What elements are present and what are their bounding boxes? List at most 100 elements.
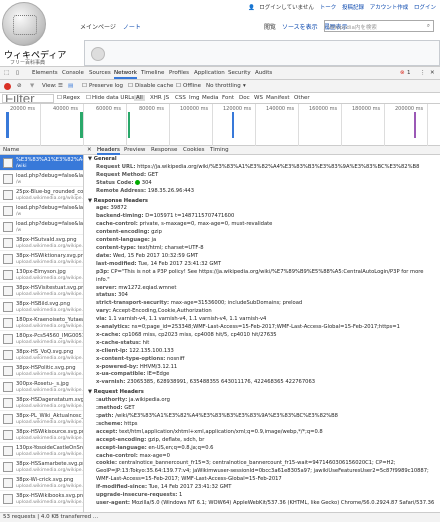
hide-data-urls-checkbox[interactable]: ☐: [86, 95, 91, 101]
tab-preview[interactable]: Preview: [124, 147, 145, 153]
tab-console[interactable]: Console: [62, 70, 84, 76]
header-key: upgrade-insecure-requests:: [96, 492, 178, 499]
disable-cache-checkbox[interactable]: ☐: [128, 83, 133, 89]
request-row[interactable]: load.php?debug=false&lang=.../w: [0, 219, 83, 235]
filter-input[interactable]: [2, 94, 54, 103]
general-section-header[interactable]: ▼ General: [88, 156, 436, 164]
throttling-select[interactable]: No throttling: [206, 83, 241, 89]
request-row[interactable]: %E3%83%A1%E3%82%A4%E3%83%B3/wiki: [0, 155, 83, 171]
request-row[interactable]: 180px-Pcs54560_IMG0051.P...upload.wikime…: [0, 331, 83, 347]
tab-response[interactable]: Response: [151, 147, 177, 153]
more-menu-icon[interactable]: ⋮: [420, 70, 426, 76]
tab-audits[interactable]: Audits: [255, 70, 272, 76]
create-account-link[interactable]: アカウント作成: [370, 5, 409, 11]
header-value: gzip, deflate, sdch, br: [148, 436, 205, 443]
request-row[interactable]: 38px-HSDagenstatum.svg.pn...upload.wikim…: [0, 395, 83, 411]
request-detail-tabs: ✕ Headers Preview Response Cookies Timin…: [84, 146, 440, 155]
filter-icon[interactable]: ▼: [30, 83, 34, 89]
request-name: 38px-HSWiktionary.svg.png: [16, 253, 83, 259]
tab-read[interactable]: 閲覧: [264, 24, 276, 31]
network-overview-timeline[interactable]: 20000 ms 40000 ms 60000 ms 80000 ms 1000…: [0, 104, 440, 146]
wiki-site-subtitle: フリー百科事典: [10, 60, 46, 66]
tab-application[interactable]: Application: [194, 70, 225, 76]
header-value: private, s-maxage=0, max-age=0, must-rev…: [139, 221, 273, 228]
request-row[interactable]: 38px-HS_VoQ.svg.png upload.wikimedia.org/…: [0, 347, 83, 363]
talk-link[interactable]: トーク: [320, 5, 337, 11]
error-icon[interactable]: ⊗: [400, 70, 405, 76]
tab-network[interactable]: Network: [114, 70, 137, 79]
request-row[interactable]: 38px-Wi-crick.svg.png upload.wikimedia.or…: [0, 475, 83, 491]
header-value: 23065385, 628938991, 635488355 643011176…: [126, 379, 316, 386]
view-label: View:: [42, 83, 57, 89]
header-key: x-varnish:: [96, 379, 126, 386]
type-filter-other[interactable]: Other: [294, 95, 310, 101]
request-row[interactable]: load.php?debug=false&lang=.../w: [0, 171, 83, 187]
type-filter-all[interactable]: All: [134, 95, 145, 101]
preserve-log-checkbox[interactable]: ☐: [82, 83, 87, 89]
request-row[interactable]: 38px-HSPolitic.svg.png upload.wikimedia.o…: [0, 363, 83, 379]
tab-cookies[interactable]: Cookies: [183, 147, 205, 153]
type-filter-css[interactable]: CSS: [175, 95, 186, 101]
tab-profiles[interactable]: Profiles: [169, 70, 189, 76]
request-row[interactable]: 38px-HSSamarbete.svg.png upload.wikimedia…: [0, 459, 83, 475]
tab-sources[interactable]: Sources: [89, 70, 111, 76]
request-row[interactable]: 38px-HSWikisource.svg.png upload.wikimedi…: [0, 427, 83, 443]
clear-icon[interactable]: ⊘: [17, 83, 22, 89]
record-icon[interactable]: [4, 83, 11, 90]
close-icon[interactable]: ✕: [87, 147, 92, 153]
wikipedia-globe-logo[interactable]: [2, 2, 46, 46]
header-value: text/html,application/xhtml+xml,applicat…: [119, 428, 323, 435]
tab-talk[interactable]: ノート: [123, 24, 141, 31]
header-value: 1: [179, 492, 183, 499]
login-link[interactable]: ログイン: [414, 5, 436, 11]
request-url: upload.wikimedia.org/wikipe...: [16, 452, 83, 457]
request-row[interactable]: 300px-Rosetu-_s.jpg upload.wikimedia.org/…: [0, 379, 83, 395]
type-filter-doc[interactable]: Doc: [239, 95, 250, 101]
tab-view-source[interactable]: ソースを表示: [282, 24, 318, 31]
large-rows-icon[interactable]: ☰: [58, 83, 63, 89]
tab-headers[interactable]: Headers: [97, 147, 120, 155]
type-filter-xhr[interactable]: XHR: [150, 95, 162, 101]
tab-elements[interactable]: Elements: [32, 70, 58, 76]
search-icon[interactable]: ⌕: [427, 23, 430, 30]
type-filter-js[interactable]: JS: [164, 95, 169, 101]
remote-address-value: 198.35.26.96:443: [147, 187, 195, 194]
tab-timing[interactable]: Timing: [210, 147, 229, 153]
device-toolbar-icon[interactable]: ▯: [16, 70, 19, 76]
type-filter-media[interactable]: Media: [202, 95, 219, 101]
header-key: user-agent:: [96, 499, 130, 506]
overview-icon[interactable]: ▤: [68, 83, 73, 89]
close-icon[interactable]: ✕: [430, 70, 435, 76]
request-row[interactable]: 130px-Elmyson.jpg upload.wikimedia.org/wi…: [0, 267, 83, 283]
request-row[interactable]: 38px-HSVisitestuat.svg.png upload.wikimed…: [0, 283, 83, 299]
type-filter-font[interactable]: Font: [222, 95, 234, 101]
name-column-header[interactable]: Name: [0, 146, 84, 155]
file-icon: [3, 190, 13, 200]
tab-main-page[interactable]: メインページ: [80, 24, 116, 31]
request-row[interactable]: 180px-Kraenoiseto_Yutaea1.jpgupload.wiki…: [0, 315, 83, 331]
type-filter-ws[interactable]: WS: [254, 95, 263, 101]
request-row[interactable]: load.php?debug=false&lang=.../w: [0, 203, 83, 219]
tab-security[interactable]: Security: [228, 70, 251, 76]
inspect-element-icon[interactable]: ⬚: [4, 70, 9, 76]
request-row[interactable]: 38px-HSWikibooks.svg.png upload.wikimedia…: [0, 491, 83, 507]
request-row[interactable]: 38px-HSWiktionary.svg.png upload.wikimedi…: [0, 251, 83, 267]
contributions-link[interactable]: 投稿記録: [342, 5, 364, 11]
request-row[interactable]: 38px-HSBild.svg.png upload.wikimedia.org/…: [0, 299, 83, 315]
regex-checkbox[interactable]: ☐: [57, 95, 62, 101]
response-headers-section-header[interactable]: ▼ Response Headers: [88, 198, 436, 206]
type-filter-img[interactable]: Img: [189, 95, 199, 101]
request-list[interactable]: %E3%83%A1%E3%82%A4%E3%83%B3/wikiload.php…: [0, 155, 84, 512]
tab-timeline[interactable]: Timeline: [141, 70, 164, 76]
request-row[interactable]: 38px-PL_Wiki_Aktualnosc_ko...upload.wiki…: [0, 411, 83, 427]
request-row[interactable]: 38px-HSutvald.svg.png upload.wikimedia.or…: [0, 235, 83, 251]
request-headers-section-header[interactable]: ▼ Request Headers: [88, 389, 436, 397]
request-row[interactable]: 25px-Blue-bg_rounded_cor... upload.wikime…: [0, 187, 83, 203]
wiki-search-input[interactable]: Wikipedia内を検索 ⌕: [324, 20, 434, 32]
header-key: cache-control:: [96, 452, 138, 459]
type-filter-manifest[interactable]: Manifest: [266, 95, 289, 101]
chevron-down-icon[interactable]: ▾: [243, 83, 246, 89]
offline-checkbox[interactable]: ☐: [176, 83, 181, 89]
header-value: D=105971 t=1487115707471600: [145, 213, 235, 220]
request-row[interactable]: 130px-YosoideCastleOnSnowF...upload.wiki…: [0, 443, 83, 459]
